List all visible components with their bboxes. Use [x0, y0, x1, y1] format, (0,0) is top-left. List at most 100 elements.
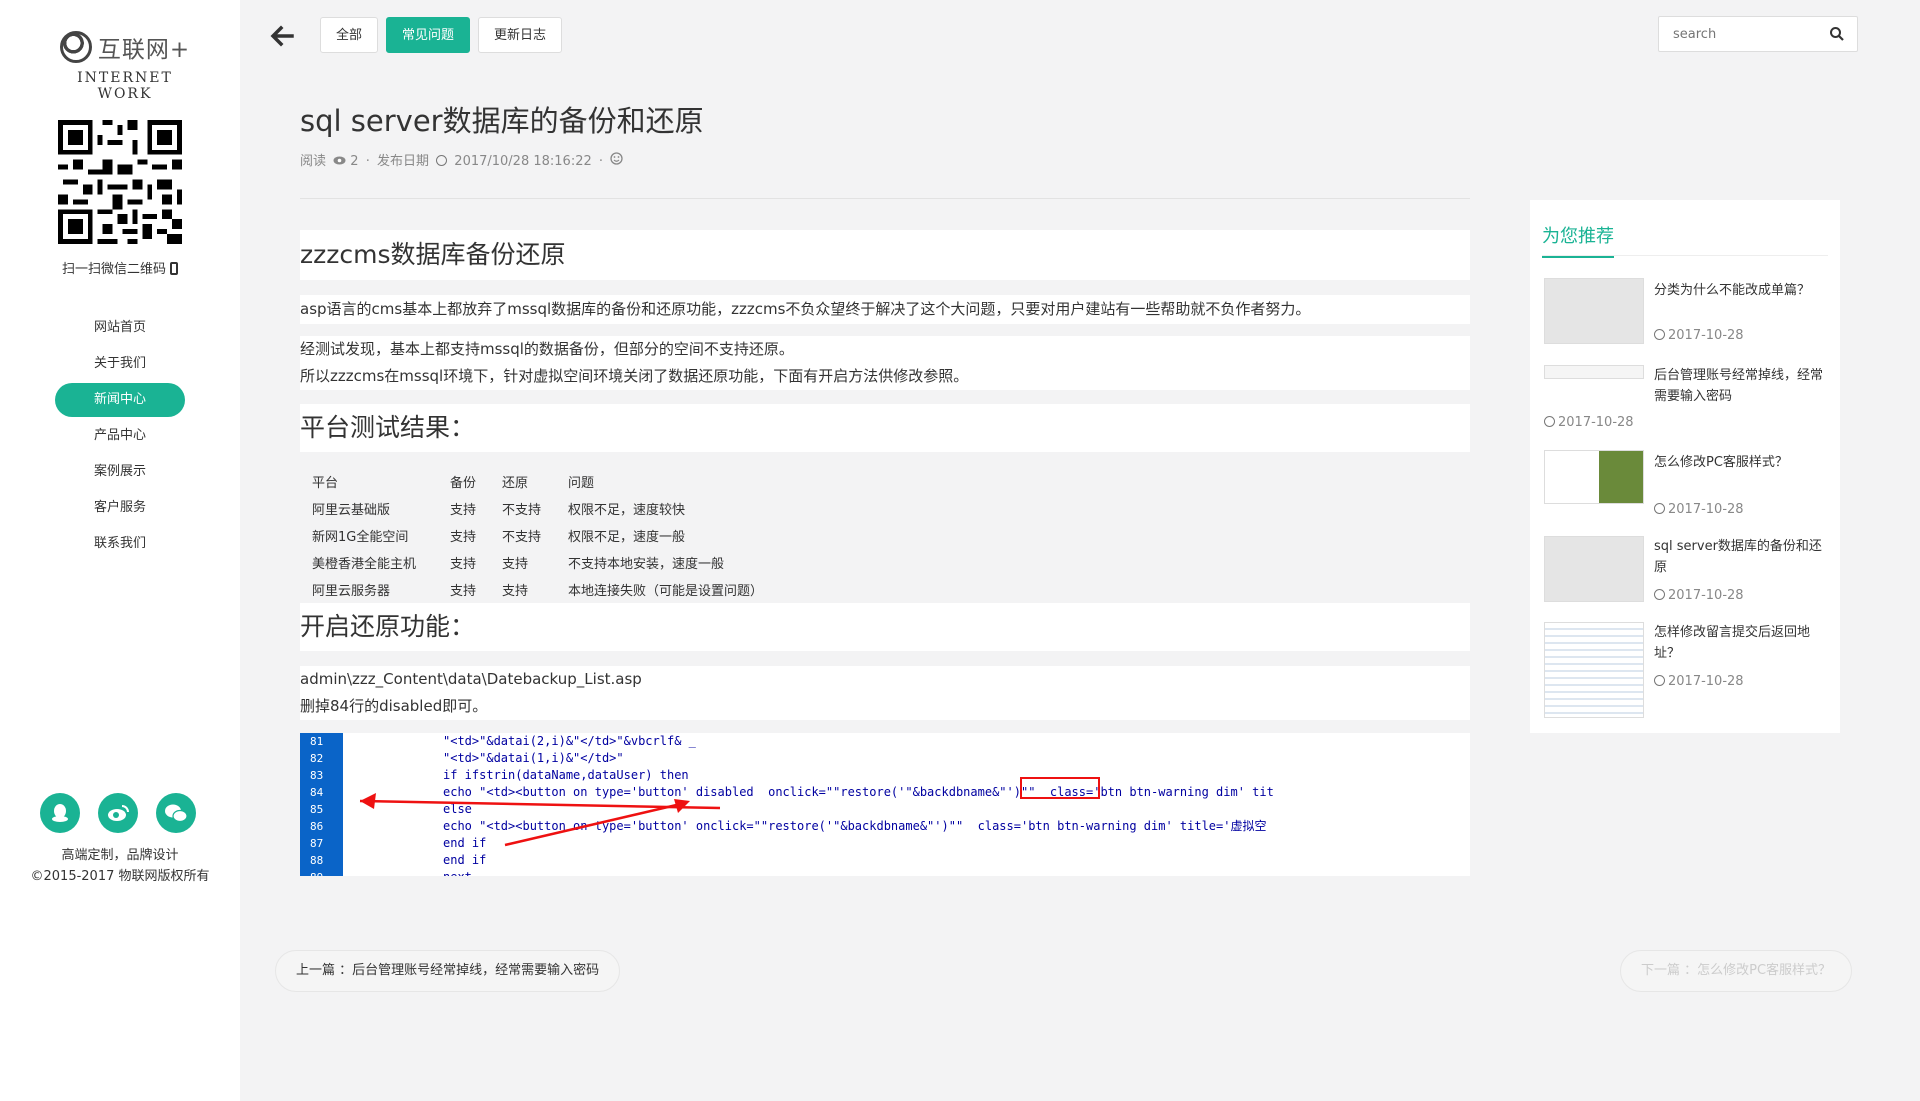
article-meta: 阅读 2 · 发布日期 2017/10/28 18:16:22 ·: [300, 150, 623, 169]
sidebar-item-news: 新闻中心: [0, 382, 240, 418]
paragraph-intro: asp语言的cms基本上都放弃了mssql数据库的备份和还原功能，zzzcms不…: [300, 295, 1470, 324]
smile-icon[interactable]: [610, 152, 623, 165]
line-number: 81: [310, 735, 324, 748]
recommend-item-date: 2017-10-28: [1654, 328, 1744, 343]
date-text: 2017-10-28: [1668, 588, 1744, 603]
back-arrow-icon[interactable]: [268, 22, 296, 50]
list-item[interactable]: sql server数据库的备份和还原 2017-10-28: [1544, 536, 1834, 606]
sidebar-link-service[interactable]: 客户服务: [55, 491, 185, 525]
paragraph-testing-line1: 经测试发现，基本上都支持mssql的数据备份，但部分的空间不支持还原。: [300, 340, 794, 358]
heading-results: 平台测试结果：: [300, 413, 476, 442]
table-header: 问题: [568, 476, 595, 491]
code-line: echo "<td><button on type='button' disab…: [443, 785, 1274, 799]
list-item[interactable]: 分类为什么不能改成单篇？ 2017-10-28: [1544, 278, 1834, 348]
placeholder-thumbnail[interactable]: [1544, 278, 1644, 344]
sidebar-link-news[interactable]: 新闻中心: [55, 383, 185, 417]
code-gutter: 81 82 83 84 85 86 87 88 89: [300, 733, 343, 876]
file-path: admin\zzz_Content\data\Datebackup_List.a…: [300, 670, 642, 688]
table-cell: 支持: [502, 584, 529, 599]
recommend-title: 为您推荐: [1542, 222, 1614, 258]
eye-icon: [333, 156, 346, 165]
social-links: [40, 793, 196, 833]
line-number: 88: [310, 854, 324, 867]
search-input[interactable]: [1659, 17, 1819, 51]
read-label: 阅读: [300, 154, 327, 169]
search-icon[interactable]: [1829, 26, 1845, 42]
table-row: 美橙香港全能主机 支持 支持 不支持本地安装，速度一般: [300, 549, 775, 576]
footer-copyright: ©2015-2017 物联网版权所有: [30, 869, 210, 884]
sidebar-link-contact[interactable]: 联系我们: [55, 527, 185, 561]
globe-icon: [59, 31, 92, 63]
thumbnail[interactable]: [1544, 450, 1644, 504]
sidebar-link-cases[interactable]: 案例展示: [55, 455, 185, 489]
recommend-item-date: 2017-10-28: [1654, 502, 1744, 517]
code-lines: "<td>"&datai(2,i)&"</td>"&vbcrlf& _ "<td…: [443, 733, 1274, 876]
list-item[interactable]: 怎样修改留言提交后返回地址？ 2017-10-28: [1544, 622, 1834, 722]
table-cell: 阿里云基础版: [312, 503, 391, 518]
mobile-phone-icon: [170, 262, 178, 275]
sidebar-item-contact: 联系我们: [0, 526, 240, 562]
placeholder-thumbnail[interactable]: [1544, 536, 1644, 602]
sidebar-link-about[interactable]: 关于我们: [55, 347, 185, 381]
read-count: 2: [350, 154, 359, 169]
recommend-item-title[interactable]: sql server数据库的备份和还原: [1654, 536, 1834, 578]
table-cell: 本地连接失败（可能是设置问题）: [568, 584, 764, 599]
date-text: 2017-10-28: [1668, 328, 1744, 343]
thumbnail[interactable]: [1544, 365, 1644, 379]
thumbnail[interactable]: [1544, 622, 1644, 718]
qr-caption-text: 扫一扫微信二维码: [61, 262, 166, 277]
clock-icon: [436, 155, 448, 166]
code-line: echo "<td><button on type='button' oncli…: [443, 819, 1267, 833]
table-row: 阿里云基础版 支持 不支持 权限不足，速度较快: [300, 495, 775, 522]
line-number: 89: [300, 869, 343, 876]
line-number: 84: [310, 786, 324, 799]
meta-separator: ·: [365, 154, 370, 169]
recommend-item-title[interactable]: 怎么修改PC客服样式？: [1654, 452, 1834, 473]
list-item[interactable]: 怎么修改PC客服样式？ 2017-10-28: [1544, 450, 1834, 520]
line-number: 83: [310, 769, 324, 782]
sidebar-link-products[interactable]: 产品中心: [55, 419, 185, 453]
section-heading-enable: 开启还原功能：: [300, 603, 1470, 651]
code-line: else: [443, 802, 472, 816]
recommend-item-title[interactable]: 后台管理账号经常掉线，经常需要输入密码: [1654, 365, 1834, 407]
code-line: end if: [443, 836, 487, 850]
recommend-item-date: 2017-10-28: [1544, 415, 1634, 430]
code-line: "<td>"&datai(2,i)&"</td>"&vbcrlf& _: [443, 734, 696, 748]
recommend-item-title[interactable]: 怎样修改留言提交后返回地址？: [1654, 622, 1834, 664]
wechat-icon[interactable]: [156, 793, 196, 833]
code-line: next: [443, 869, 1274, 876]
category-tabs: 全部 常见问题 更新日志: [320, 17, 563, 53]
list-item[interactable]: 后台管理账号经常掉线，经常需要输入密码 2017-10-28: [1544, 365, 1834, 435]
heading-enable-restore: 开启还原功能：: [300, 612, 476, 641]
previous-article-link[interactable]: 上一篇 ：后台管理账号经常掉线，经常需要输入密码: [275, 950, 621, 992]
tab-all[interactable]: 全部: [320, 17, 379, 53]
line-number: 86: [310, 820, 324, 833]
table-cell: 支持: [450, 584, 477, 599]
tab-changelog[interactable]: 更新日志: [478, 17, 563, 53]
sidebar: 互联网+ INTERNET WORK 扫一扫微信二维码 网站首页 关于我们 新闻…: [0, 0, 240, 1101]
clock-icon: [1654, 503, 1665, 514]
clock-icon: [1654, 589, 1665, 600]
qq-icon[interactable]: [40, 793, 80, 833]
date-text: 2017-10-28: [1668, 502, 1744, 517]
date-text: 2017-10-28: [1558, 415, 1634, 430]
clock-icon: [1654, 675, 1665, 686]
wechat-qr-code: [58, 120, 182, 244]
logo-subtitle: INTERNET WORK: [77, 70, 173, 102]
tab-faq[interactable]: 常见问题: [386, 17, 471, 53]
table-header: 平台: [312, 476, 339, 491]
footer-slogan: 高端定制，品牌设计: [61, 848, 179, 863]
table-cell: 不支持: [502, 503, 542, 518]
table-cell: 阿里云服务器: [312, 584, 391, 599]
meta-separator: ·: [598, 154, 604, 169]
path-note: 删掉84行的disabled即可。: [300, 697, 488, 715]
weibo-icon[interactable]: [98, 793, 138, 833]
table-header: 备份: [450, 476, 477, 491]
code-line: end if: [443, 853, 487, 867]
next-article-link[interactable]: 下一篇 ：怎么修改PC客服样式？: [1620, 950, 1853, 992]
recommend-item-title[interactable]: 分类为什么不能改成单篇？: [1654, 280, 1834, 301]
line-number: 82: [310, 752, 324, 765]
line-number: 85: [310, 803, 324, 816]
sidebar-link-home[interactable]: 网站首页: [55, 311, 185, 345]
site-logo[interactable]: 互联网+ INTERNET WORK: [50, 30, 200, 102]
